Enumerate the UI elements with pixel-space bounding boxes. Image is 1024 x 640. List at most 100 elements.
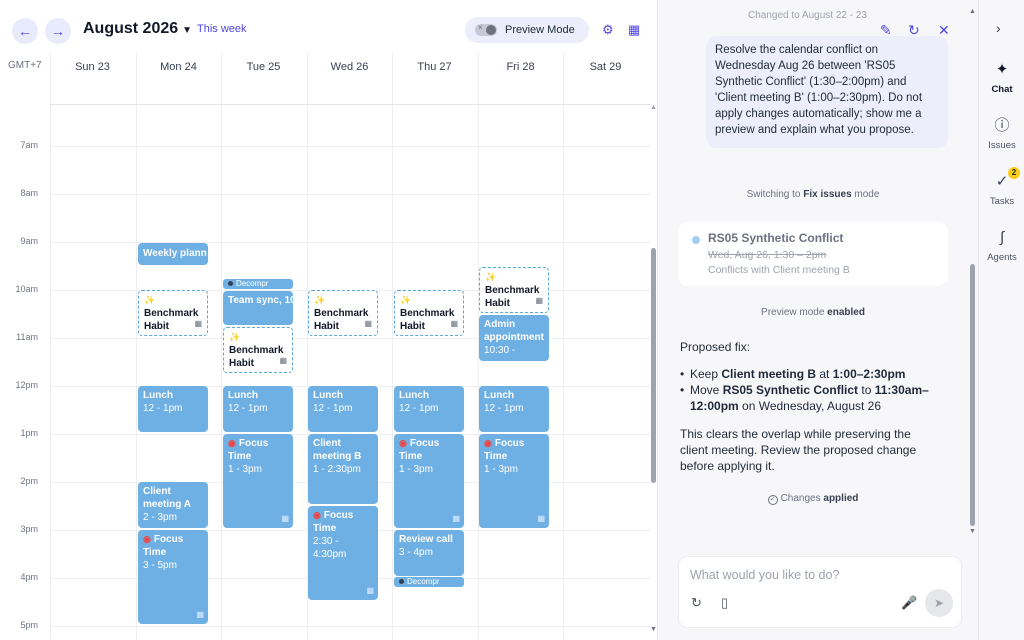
tasks-count-badge: 2 — [1008, 167, 1020, 179]
month-picker[interactable]: August 2026 ▼ — [83, 20, 192, 38]
event-focus-time-fri[interactable]: ◉ Focus Time 1 - 3pm ▦ — [479, 434, 549, 528]
scroll-down-icon[interactable]: ▼ — [969, 528, 976, 535]
scroll-down-icon[interactable]: ▼ — [650, 626, 657, 633]
list-item: Keep Client meeting B at 1:00–2:30pm — [680, 366, 950, 382]
event-title: Client meeting A — [143, 486, 191, 510]
event-time: 12 - 1pm — [143, 403, 183, 414]
day-header-sat[interactable]: Sat 29 — [563, 61, 648, 73]
send-button[interactable]: ➤ — [925, 589, 953, 617]
event-lunch-mon[interactable]: Lunch 12 - 1pm — [138, 386, 208, 432]
settings-gear-icon[interactable]: ⚙ — [602, 22, 614, 38]
event-lunch-wed[interactable]: Lunch 12 - 1pm — [308, 386, 378, 432]
sparkle-icon: ✨ — [144, 295, 156, 305]
event-lunch-fri[interactable]: Lunch 12 - 1pm — [479, 386, 549, 432]
event-title-2: Time — [484, 451, 508, 462]
event-benchmark-habit-wed[interactable]: ✨ Benchmark Habit ▦ — [308, 290, 378, 336]
hour-line — [50, 338, 650, 339]
arrow-left-icon: ← — [18, 23, 32, 39]
event-time: 1 - 3pm — [228, 464, 262, 475]
chat-scrollbar[interactable]: ▲ ▼ — [968, 8, 976, 538]
event-weekly-planning[interactable]: Weekly plann — [138, 243, 208, 265]
rail-label: Issues — [988, 140, 1016, 151]
event-time: 12 - 1pm — [399, 403, 439, 414]
toggle-switch[interactable]: × — [475, 23, 497, 36]
rail-item-issues[interactable]: ⓘ Issues — [979, 114, 1024, 151]
rail-item-tasks[interactable]: ✓ 2 Tasks — [979, 167, 1024, 207]
event-title: Lunch — [313, 390, 343, 401]
event-lunch-tue[interactable]: Lunch 12 - 1pm — [223, 386, 293, 432]
chevron-right-icon[interactable]: › — [996, 20, 1001, 36]
alert-circle-icon: ⓘ — [994, 117, 1010, 134]
day-header-sun[interactable]: Sun 23 — [50, 61, 135, 73]
message-input[interactable] — [690, 566, 940, 584]
event-subtitle: Habit — [485, 298, 510, 309]
user-message-bubble: Resolve the calendar conflict on Wednesd… — [706, 36, 948, 148]
event-client-meeting-a[interactable]: Client meeting A 2 - 3pm — [138, 482, 208, 528]
bookmark-icon[interactable]: ▯ — [721, 595, 728, 611]
event-title-2: Time — [399, 451, 423, 462]
event-focus-time-wed[interactable]: ◉ Focus Time 2:30 - 4:30pm ▦ — [308, 506, 378, 600]
time-label: 3pm — [20, 524, 38, 534]
grid-line — [563, 52, 564, 640]
next-week-button[interactable]: → — [45, 18, 71, 44]
hour-line — [50, 626, 650, 627]
previous-week-button[interactable]: ← — [12, 18, 38, 44]
event-benchmark-habit-tue[interactable]: ✨ Benchmark Habit ▦ — [223, 327, 293, 373]
scroll-up-icon[interactable]: ▲ — [650, 104, 657, 111]
event-time: 10:30 - — [484, 345, 516, 356]
time-label: 2pm — [20, 476, 38, 486]
event-lunch-thu[interactable]: Lunch 12 - 1pm — [394, 386, 464, 432]
day-header-mon[interactable]: Mon 24 — [136, 61, 221, 73]
preview-state: enabled — [827, 307, 865, 318]
event-focus-time-thu[interactable]: ◉ Focus Time 1 - 3pm ▦ — [394, 434, 464, 528]
scrollbar-thumb[interactable] — [651, 248, 656, 483]
issue-card[interactable]: RS05 Synthetic Conflict Wed, Aug 26, 1:3… — [678, 222, 948, 286]
close-icon: × — [478, 23, 483, 32]
event-benchmark-habit-fri[interactable]: ✨ Benchmark Habit ▦ — [479, 267, 549, 313]
habit-grid-icon: ▦ — [364, 319, 372, 328]
event-client-meeting-b[interactable]: Client meeting B 1 - 2:30pm — [308, 434, 378, 504]
event-time: 1 - 3pm — [399, 464, 433, 475]
day-header-tue[interactable]: Tue 25 — [221, 61, 306, 73]
event-decompress-thu[interactable]: Decompr — [394, 577, 464, 587]
focus-target-icon: ◉ — [399, 438, 407, 448]
header-divider — [50, 104, 650, 105]
mode-name: Fix issues — [803, 189, 852, 200]
check-circle-icon: ✓ 2 — [990, 167, 1020, 194]
rail-item-chat[interactable]: ✦ Chat — [979, 58, 1024, 95]
event-time: 12 - 1pm — [484, 403, 524, 414]
scroll-up-icon[interactable]: ▲ — [969, 8, 976, 15]
day-header-fri[interactable]: Fri 28 — [478, 61, 563, 73]
event-title: Lunch — [228, 390, 258, 401]
agents-route-icon: ∫ — [999, 229, 1005, 246]
microphone-icon[interactable]: 🎤 — [901, 595, 917, 611]
event-benchmark-habit[interactable]: ✨ Benchmark Habit ▦ — [138, 290, 208, 336]
calendar-icon[interactable]: ▦ — [628, 22, 640, 38]
preview-mode-toggle[interactable]: × Preview Mode — [465, 17, 589, 43]
sparkle-icon: ✦ — [995, 61, 1009, 78]
focus-target-icon: ◉ — [484, 438, 492, 448]
day-header-thu[interactable]: Thu 27 — [392, 61, 477, 73]
sparkle-icon: ✨ — [400, 295, 412, 305]
history-icon[interactable]: ↻ — [691, 595, 702, 611]
scrollbar-thumb[interactable] — [970, 264, 975, 526]
grid-line — [136, 52, 137, 640]
event-decompress-tue[interactable]: Decompr — [223, 279, 293, 289]
event-benchmark-habit-thu[interactable]: ✨ Benchmark Habit ▦ — [394, 290, 464, 336]
calendar-toolbar: ← → August 2026 ▼ This week × Preview Mod… — [0, 0, 657, 60]
this-week-button[interactable]: This week — [197, 23, 247, 35]
send-icon: ➤ — [933, 596, 945, 610]
event-team-sync[interactable]: Team sync, 10 — [223, 291, 293, 325]
calendar-scrollbar[interactable]: ▲ ▼ — [650, 98, 657, 640]
time-label: 12pm — [15, 380, 38, 390]
day-header-wed[interactable]: Wed 26 — [307, 61, 392, 73]
event-admin-appointment[interactable]: Admin appointment 10:30 - — [479, 315, 549, 361]
event-title: Focus — [323, 510, 354, 521]
event-focus-time-tue[interactable]: ◉ Focus Time 1 - 3pm ▦ — [223, 434, 293, 528]
grid-icon: ▦ — [537, 514, 545, 523]
message-composer: ↻ ▯ 🎤 ➤ — [678, 556, 962, 628]
rail-item-agents[interactable]: ∫ Agents — [979, 226, 1024, 263]
event-title: Benchmark — [400, 308, 455, 319]
event-review-call[interactable]: Review call 3 - 4pm — [394, 530, 464, 576]
event-focus-time-mon[interactable]: ◉ Focus Time 3 - 5pm ▦ — [138, 530, 208, 624]
